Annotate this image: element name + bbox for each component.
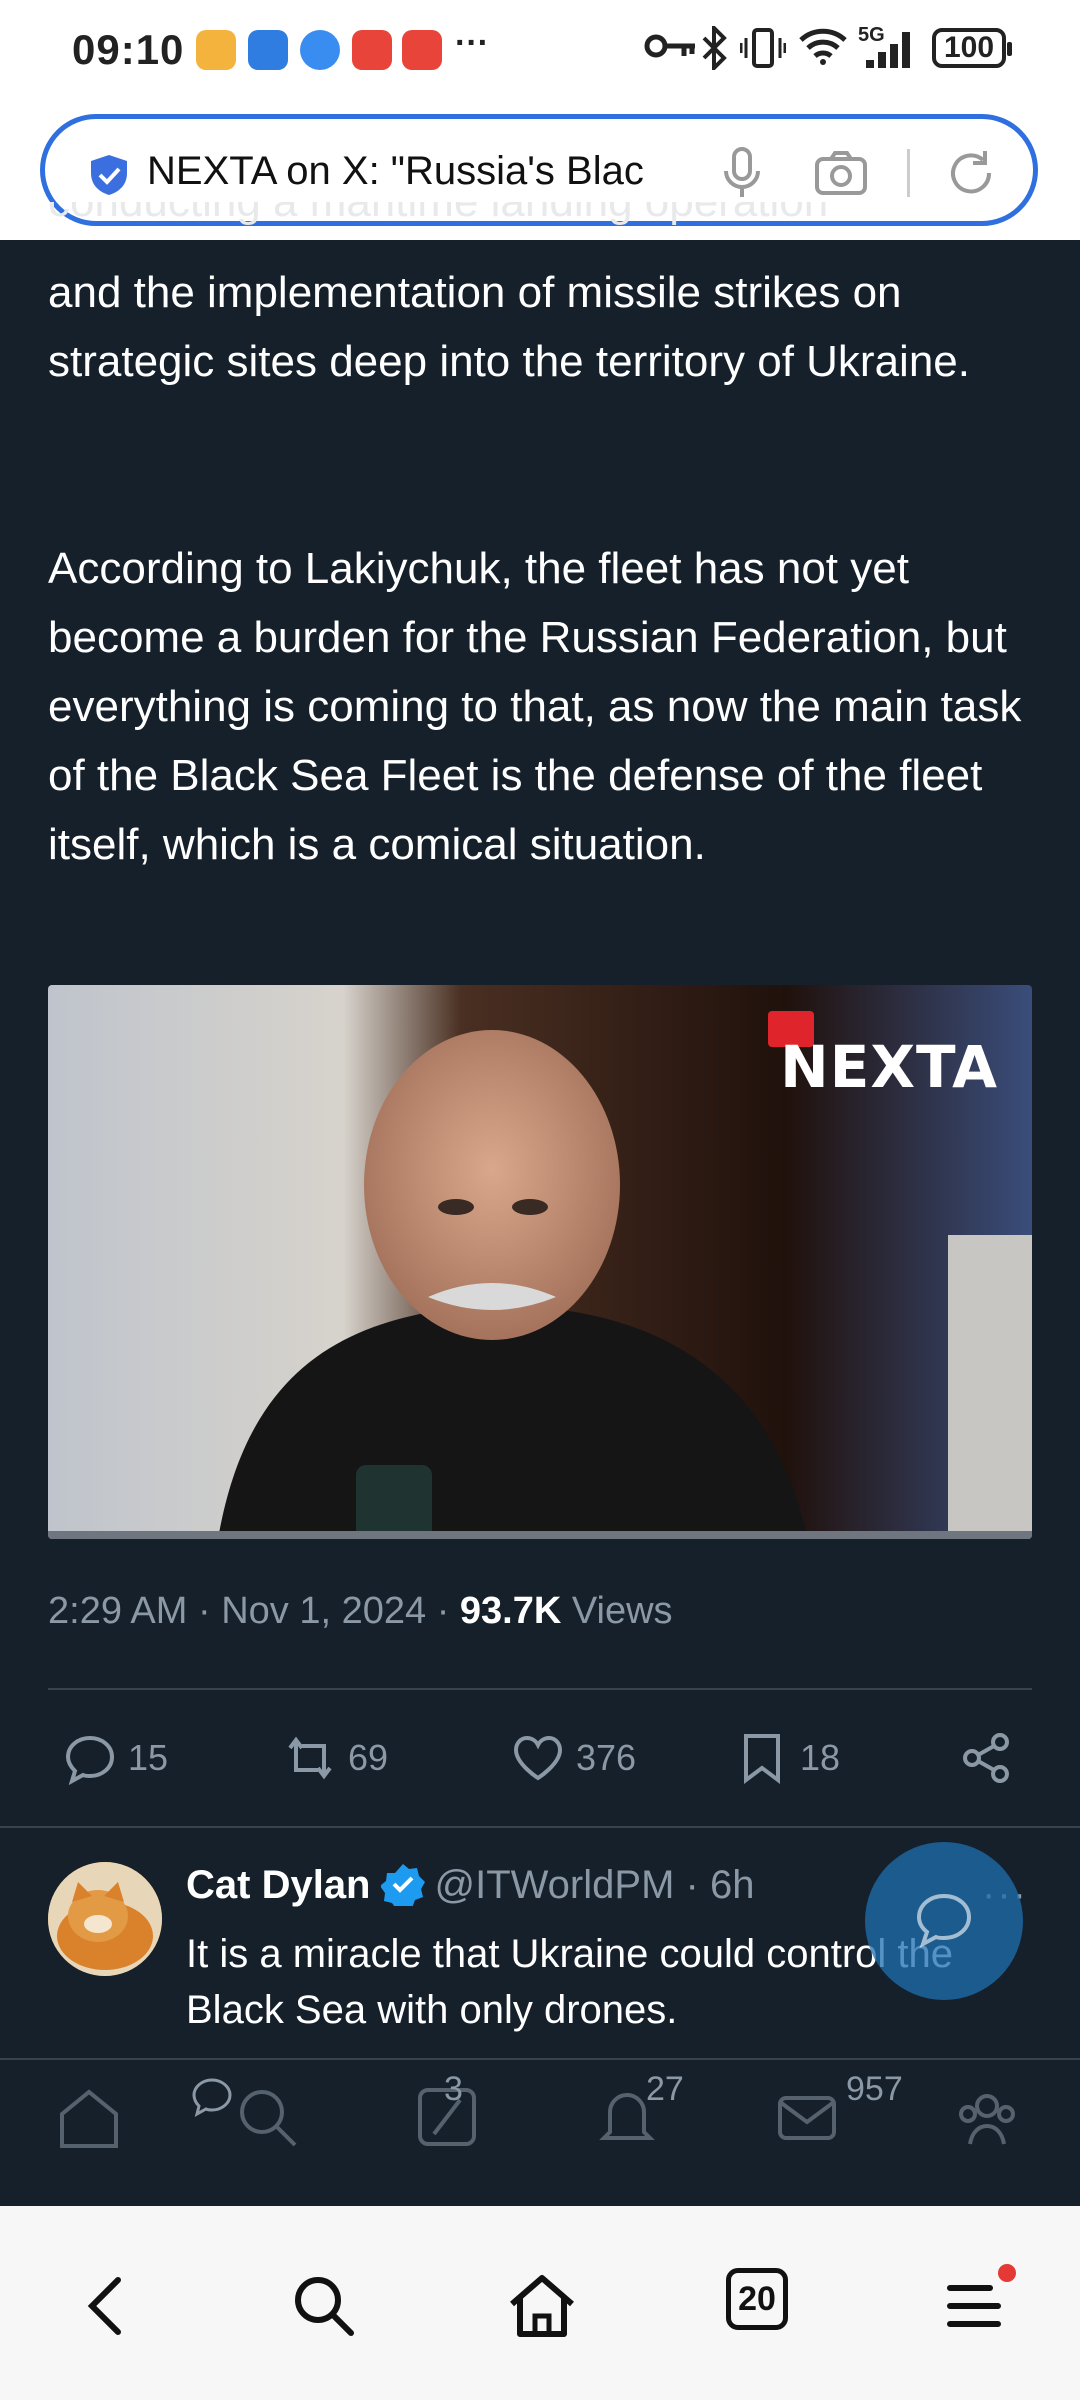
home-icon[interactable] — [502, 2266, 582, 2346]
secure-shield-icon — [91, 155, 127, 195]
vibrate-icon — [740, 28, 786, 68]
page-title[interactable]: NEXTA on X: "Russia's Blac — [147, 149, 723, 194]
more-notifications-icon: ··· — [455, 24, 489, 62]
tweet-video[interactable]: NEXTA — [48, 985, 1032, 1539]
repost-count: 69 — [348, 1737, 389, 1778]
reply-icon — [65, 1735, 115, 1786]
views-label: Views — [571, 1590, 673, 1632]
microphone-icon[interactable] — [717, 145, 767, 201]
back-icon[interactable] — [68, 2266, 148, 2346]
share-icon — [963, 1733, 1009, 1783]
refresh-icon[interactable] — [945, 147, 997, 199]
signal-icon — [866, 32, 910, 68]
tweet-text-cut-line: conducting a maritime landing operation — [48, 202, 948, 244]
nexta-logo: NEXTA — [780, 1033, 998, 1101]
bookmark-count: 18 — [800, 1737, 841, 1778]
browser-bottom-nav: 20 — [0, 2206, 1080, 2400]
reply-count: 15 — [128, 1737, 169, 1778]
address-divider — [907, 149, 910, 197]
bookmark-button[interactable]: 18 — [734, 1722, 840, 1794]
reply-header: Cat Dylan @ITWorldPM · 6h — [186, 1862, 754, 1908]
reply-author-name[interactable]: Cat Dylan — [186, 1863, 371, 1907]
x-tab-bar — [0, 2050, 1080, 2166]
tweet-text-paragraph-2: According to Lakiychuk, the fleet has no… — [48, 544, 1022, 869]
search-icon[interactable] — [284, 2266, 364, 2346]
like-button[interactable]: 376 — [510, 1722, 636, 1794]
menu-notification-dot — [998, 2264, 1016, 2282]
key-icon — [644, 34, 695, 58]
heart-icon — [513, 1735, 563, 1781]
meta-divider — [48, 1688, 1032, 1690]
tweet-time[interactable]: 2:29 AM — [48, 1590, 187, 1632]
battery-icon: 100 — [932, 28, 1012, 68]
weibo-notification-icon — [196, 30, 236, 70]
compose-reply-icon — [916, 1893, 972, 1949]
ifly-notification-icon — [300, 30, 340, 70]
actions-divider — [0, 1826, 1080, 1828]
avatar[interactable] — [48, 1862, 162, 1976]
home-tab-icon[interactable] — [52, 2080, 126, 2154]
wifi-icon — [799, 28, 847, 65]
repost-icon — [288, 1736, 332, 1780]
game-notification-icon-2 — [402, 30, 442, 70]
meta-separator-2: · — [436, 1590, 450, 1632]
search-tab-icon[interactable] — [230, 2080, 304, 2154]
share-button[interactable] — [958, 1722, 1024, 1794]
reply-author-handle[interactable]: @ITWorldPM — [435, 1863, 675, 1907]
tweet-text-paragraph-1: and the implementation of missile strike… — [48, 268, 970, 386]
views-count: 93.7K — [459, 1590, 562, 1632]
app-notification-icon — [248, 30, 288, 70]
tweet-meta: 2:29 AM · Nov 1, 2024 · 93.7K Views — [48, 1590, 673, 1633]
repost-button[interactable]: 69 — [282, 1722, 388, 1794]
grok-tab-icon[interactable] — [410, 2080, 484, 2154]
meta-separator: · — [197, 1590, 211, 1632]
tweet-actions: 15 69 376 18 — [0, 1722, 1080, 1794]
reply-age: · 6h — [685, 1863, 755, 1907]
tabs-button[interactable]: 20 — [726, 2268, 788, 2330]
messages-tab-icon[interactable] — [770, 2080, 844, 2154]
game-notification-icon — [352, 30, 392, 70]
status-time: 09:10 — [72, 26, 185, 73]
communities-tab-icon[interactable] — [950, 2080, 1024, 2154]
cat-avatar-image — [48, 1862, 162, 1976]
notifications-tab-icon[interactable] — [590, 2080, 664, 2154]
like-count: 376 — [576, 1737, 637, 1778]
camera-icon[interactable] — [813, 149, 869, 197]
bookmark-icon — [744, 1734, 780, 1784]
status-bar: 09:10 ··· 5G 100 — [0, 0, 1080, 104]
compose-reply-fab[interactable] — [865, 1842, 1023, 2000]
bluetooth-icon — [702, 26, 727, 70]
reply-button[interactable]: 15 — [62, 1722, 168, 1794]
tweet-date[interactable]: Nov 1, 2024 — [221, 1590, 426, 1632]
verified-badge-icon — [380, 1864, 425, 1906]
